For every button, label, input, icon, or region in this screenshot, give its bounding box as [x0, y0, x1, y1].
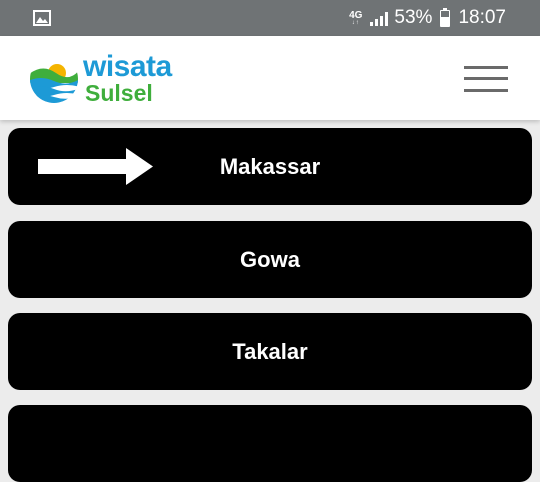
region-button-gowa[interactable]: Gowa — [8, 221, 532, 298]
region-button-makassar[interactable]: Makassar — [8, 128, 532, 205]
status-bar: 4G ↓↑ 53% 18:07 — [0, 0, 540, 36]
arrow-right-icon — [38, 148, 153, 185]
signal-icon — [370, 10, 389, 26]
clock-time: 18:07 — [458, 7, 506, 28]
image-icon — [33, 10, 51, 26]
app-header: wisata Sulsel — [0, 36, 540, 120]
battery-icon — [440, 7, 451, 27]
status-indicators: 4G ↓↑ 53% 18:07 — [349, 0, 506, 36]
region-label: Gowa — [240, 246, 300, 272]
region-button-next[interactable] — [8, 405, 532, 482]
battery-percent: 53% — [394, 7, 433, 28]
network-indicator: 4G ↓↑ — [349, 9, 363, 26]
logo-text-secondary: Sulsel — [85, 80, 153, 106]
logo-mark-icon — [30, 55, 78, 103]
region-button-takalar[interactable]: Takalar — [8, 313, 532, 390]
logo-text-primary: wisata — [83, 50, 172, 83]
network-activity: ↓↑ — [351, 19, 360, 26]
wisata-sulsel-logo[interactable]: wisata Sulsel — [28, 50, 188, 108]
hamburger-menu-icon[interactable] — [462, 64, 510, 94]
network-type: 4G — [349, 9, 363, 21]
region-label: Takalar — [232, 338, 308, 364]
region-label: Makassar — [219, 153, 321, 179]
